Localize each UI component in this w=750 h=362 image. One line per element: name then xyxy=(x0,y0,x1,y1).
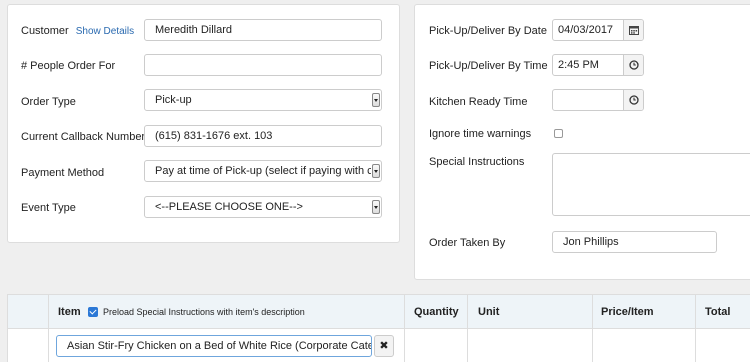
items-table: Item Preload Special Instructions with i… xyxy=(7,294,750,362)
column-divider xyxy=(404,295,405,362)
special-instructions-textarea[interactable] xyxy=(552,153,750,216)
kitchen-ready-field[interactable] xyxy=(552,89,644,111)
dropdown-arrow-icon xyxy=(372,200,380,214)
payment-method-value: Pay at time of Pick-up (select if paying… xyxy=(155,165,371,177)
time-field[interactable]: 2:45 PM xyxy=(552,54,644,76)
date-field[interactable]: 04/03/2017 xyxy=(552,19,644,41)
time-value: 2:45 PM xyxy=(558,59,599,71)
preload-label: Preload Special Instructions with item's… xyxy=(103,307,305,317)
remove-item-icon[interactable]: ✖ xyxy=(374,335,394,357)
date-value: 04/03/2017 xyxy=(558,24,614,36)
time-label: Pick-Up/Deliver By Time xyxy=(429,60,548,72)
price-column-header: Price/Item xyxy=(601,306,654,318)
order-details-panel: Customer Show Details Meredith Dillard #… xyxy=(7,4,400,243)
clock-icon[interactable] xyxy=(623,55,643,75)
order-type-select[interactable]: Pick-up xyxy=(144,89,382,111)
payment-label: Payment Method xyxy=(21,167,105,179)
special-instructions-label: Special Instructions xyxy=(429,156,525,168)
items-table-header: Item Preload Special Instructions with i… xyxy=(8,295,750,329)
payment-method-select[interactable]: Pay at time of Pick-up (select if paying… xyxy=(144,160,382,182)
event-type-label: Event Type xyxy=(21,202,76,214)
customer-label: Customer Show Details xyxy=(21,25,134,37)
order-type-value: Pick-up xyxy=(155,94,192,106)
kitchen-ready-label: Kitchen Ready Time xyxy=(429,96,528,108)
date-label: Pick-Up/Deliver By Date xyxy=(429,25,547,37)
customer-label-text: Customer xyxy=(21,25,69,37)
clock-icon[interactable] xyxy=(623,90,643,110)
column-divider xyxy=(48,295,49,362)
order-taken-label: Order Taken By xyxy=(429,237,506,249)
dropdown-arrow-icon xyxy=(372,93,380,107)
item-column-header: Item xyxy=(58,306,81,318)
show-details-link[interactable]: Show Details xyxy=(76,26,134,37)
schedule-panel: Pick-Up/Deliver By Date 04/03/2017 Pick-… xyxy=(414,4,750,280)
customer-field[interactable]: Meredith Dillard xyxy=(144,19,382,41)
total-column-header: Total xyxy=(705,306,731,318)
ignore-warnings-label: Ignore time warnings xyxy=(429,128,532,140)
callback-number-field[interactable]: (615) 831-1676 ext. 103 xyxy=(144,125,382,147)
people-label: # People Order For xyxy=(21,60,116,72)
preload-checkbox[interactable] xyxy=(88,307,98,317)
event-type-value: <--PLEASE CHOOSE ONE--> xyxy=(155,201,303,213)
column-divider xyxy=(695,295,696,362)
callback-label: Current Callback Number xyxy=(21,131,146,143)
quantity-column-header: Quantity xyxy=(414,306,459,318)
dropdown-arrow-icon xyxy=(372,164,380,178)
column-divider xyxy=(467,295,468,362)
people-count-field[interactable] xyxy=(144,54,382,76)
ignore-warnings-checkbox[interactable] xyxy=(554,129,563,138)
column-divider xyxy=(592,295,593,362)
item-input[interactable]: Asian Stir-Fry Chicken on a Bed of White… xyxy=(56,335,372,357)
calendar-icon[interactable] xyxy=(623,20,643,40)
unit-column-header: Unit xyxy=(478,306,500,318)
order-taken-field[interactable]: Jon Phillips xyxy=(552,231,717,253)
event-type-select[interactable]: <--PLEASE CHOOSE ONE--> xyxy=(144,196,382,218)
order-type-label: Order Type xyxy=(21,96,76,108)
